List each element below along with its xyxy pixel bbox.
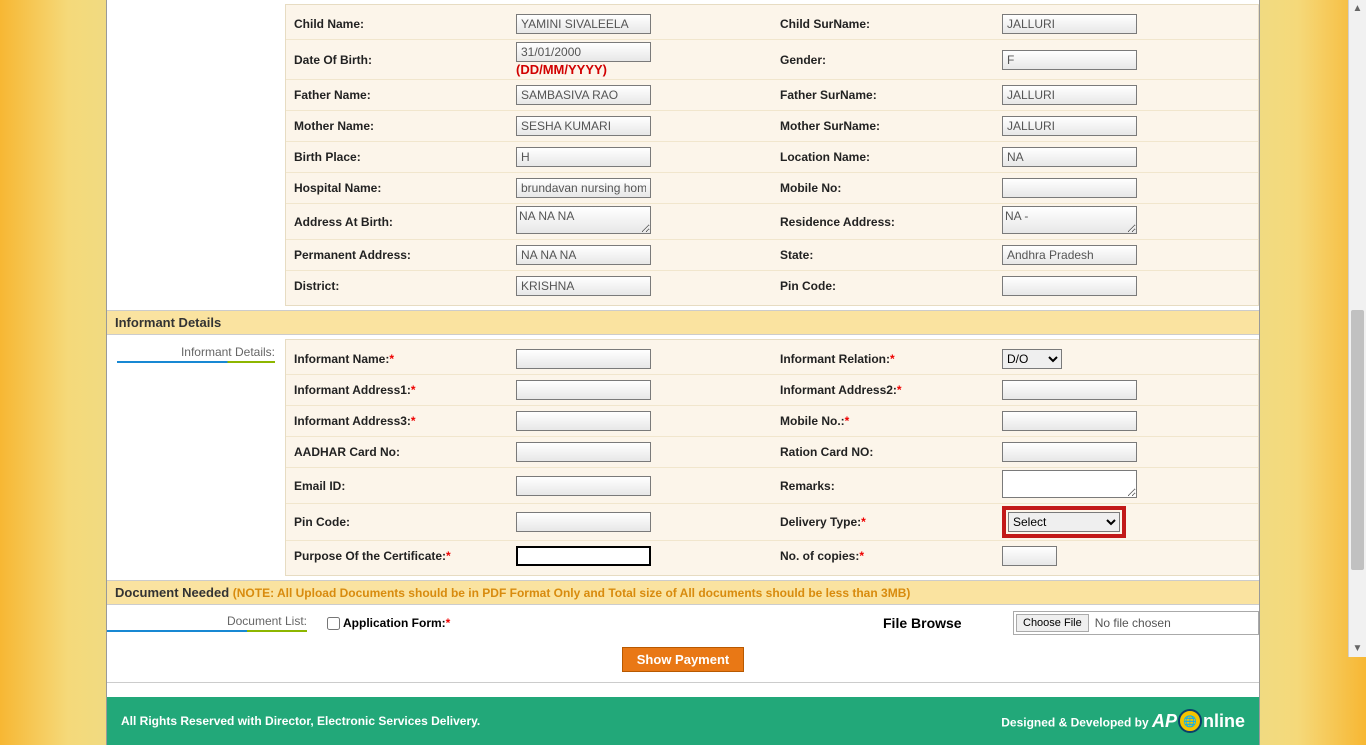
inf-mobile-input[interactable]	[1002, 411, 1137, 431]
scrollbar[interactable]: ▲ ▼	[1348, 0, 1366, 657]
scroll-thumb[interactable]	[1351, 310, 1364, 570]
show-payment-button[interactable]: Show Payment	[622, 647, 744, 672]
child-details-side	[107, 4, 285, 306]
mother-surname-input[interactable]	[1002, 116, 1137, 136]
district-input[interactable]	[516, 276, 651, 296]
perm-addr-label: Permanent Address:	[286, 244, 510, 266]
side-underline	[117, 361, 275, 363]
remarks-input[interactable]	[1002, 470, 1137, 498]
mother-surname-label: Mother SurName:	[772, 115, 996, 137]
footer: All Rights Reserved with Director, Elect…	[107, 697, 1259, 745]
file-browse-container: Choose File No file chosen	[1013, 611, 1259, 635]
location-label: Location Name:	[772, 146, 996, 168]
dob-hint: (DD/MM/YYYY)	[516, 62, 766, 77]
choose-file-button[interactable]: Choose File	[1016, 614, 1089, 632]
inf-pin-input[interactable]	[516, 512, 651, 532]
residence-input[interactable]: NA -	[1002, 206, 1137, 234]
scroll-up-arrow-icon[interactable]: ▲	[1349, 0, 1366, 17]
mother-name-input[interactable]	[516, 116, 651, 136]
state-label: State:	[772, 244, 996, 266]
email-input[interactable]	[516, 476, 651, 496]
inf-relation-label: Informant Relation:*	[772, 348, 996, 370]
aponline-logo: AP 🌐 nline	[1152, 709, 1245, 733]
application-form-checkbox[interactable]	[327, 617, 340, 630]
aadhar-label: AADHAR Card No:	[286, 441, 510, 463]
document-note: (NOTE: All Upload Documents should be in…	[233, 586, 911, 600]
application-form-label: Application Form:*	[343, 616, 450, 630]
address-birth-label: Address At Birth:	[286, 211, 510, 233]
birth-place-label: Birth Place:	[286, 146, 510, 168]
child-pin-label: Pin Code:	[772, 275, 996, 297]
inf-addr2-label: Informant Address2:*	[772, 379, 996, 401]
inf-addr1-label: Informant Address1:*	[286, 379, 510, 401]
child-name-input[interactable]	[516, 14, 651, 34]
state-input[interactable]	[1002, 245, 1137, 265]
document-section-title: Document Needed	[115, 585, 233, 600]
ration-input[interactable]	[1002, 442, 1137, 462]
birth-place-input[interactable]	[516, 147, 651, 167]
mother-name-label: Mother Name:	[286, 115, 510, 137]
gender-input[interactable]	[1002, 50, 1137, 70]
purpose-label: Purpose Of the Certificate:*	[286, 545, 510, 567]
side-underline-2	[107, 630, 307, 632]
perm-addr-input[interactable]	[516, 245, 651, 265]
inf-name-input[interactable]	[516, 349, 651, 369]
delivery-label: Delivery Type:*	[772, 511, 996, 533]
document-section-header: Document Needed (NOTE: All Upload Docume…	[107, 580, 1259, 605]
residence-label: Residence Address:	[772, 211, 996, 233]
informant-section-header: Informant Details	[107, 310, 1259, 335]
address-birth-input[interactable]: NA NA NA	[516, 206, 651, 234]
globe-icon: 🌐	[1178, 709, 1202, 733]
child-surname-label: Child SurName:	[772, 13, 996, 35]
child-surname-input[interactable]	[1002, 14, 1137, 34]
inf-relation-select[interactable]: D/O	[1002, 349, 1062, 369]
hospital-label: Hospital Name:	[286, 177, 510, 199]
document-list-side-label: Document List:	[107, 614, 317, 632]
child-name-label: Child Name:	[286, 13, 510, 35]
inf-addr2-input[interactable]	[1002, 380, 1137, 400]
child-pin-input[interactable]	[1002, 276, 1137, 296]
district-label: District:	[286, 275, 510, 297]
inf-addr3-label: Informant Address3:*	[286, 410, 510, 432]
child-mobile-input[interactable]	[1002, 178, 1137, 198]
father-surname-label: Father SurName:	[772, 84, 996, 106]
delivery-type-select[interactable]: Select	[1008, 512, 1120, 532]
footer-left: All Rights Reserved with Director, Elect…	[121, 714, 480, 728]
email-label: Email ID:	[286, 475, 510, 497]
inf-mobile-label: Mobile No.:*	[772, 410, 996, 432]
footer-right: Designed & Developed by AP 🌐 nline	[1001, 709, 1245, 733]
father-name-label: Father Name:	[286, 84, 510, 106]
remarks-label: Remarks:	[772, 475, 996, 497]
scroll-down-arrow-icon[interactable]: ▼	[1349, 640, 1366, 657]
informant-side-label: Informant Details:	[107, 339, 285, 576]
location-input[interactable]	[1002, 147, 1137, 167]
gender-label: Gender:	[772, 49, 996, 71]
no-file-text: No file chosen	[1089, 616, 1171, 630]
delivery-highlight: Select	[1002, 506, 1126, 538]
file-browse-label: File Browse	[883, 615, 1013, 631]
copies-label: No. of copies:*	[772, 545, 996, 567]
inf-pin-label: Pin Code:	[286, 511, 510, 533]
dob-input[interactable]	[516, 42, 651, 62]
copies-input[interactable]	[1002, 546, 1057, 566]
purpose-input[interactable]	[516, 546, 651, 566]
dob-label: Date Of Birth:	[286, 49, 510, 71]
inf-addr1-input[interactable]	[516, 380, 651, 400]
mobile-label: Mobile No:	[772, 177, 996, 199]
informant-section-title: Informant Details	[115, 315, 221, 330]
inf-addr3-input[interactable]	[516, 411, 651, 431]
father-name-input[interactable]	[516, 85, 651, 105]
aadhar-input[interactable]	[516, 442, 651, 462]
inf-name-label: Informant Name:*	[286, 348, 510, 370]
hospital-input[interactable]	[516, 178, 651, 198]
father-surname-input[interactable]	[1002, 85, 1137, 105]
ration-label: Ration Card NO:	[772, 441, 996, 463]
